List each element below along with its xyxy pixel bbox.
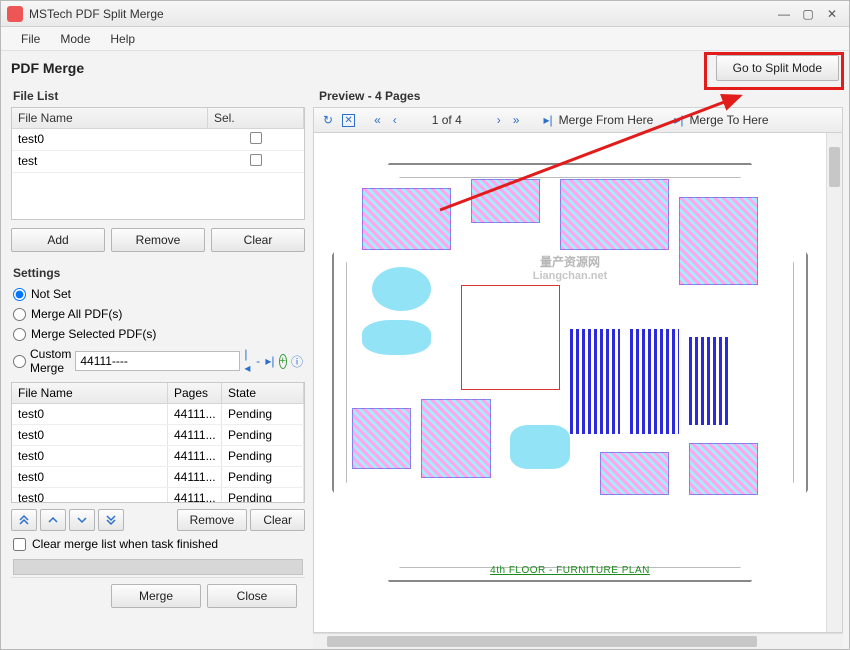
file-list-body: test0 test	[12, 129, 304, 219]
preview-canvas[interactable]: 4th FLOOR - FURNITURE PLAN 量产资源网 Liangch…	[314, 133, 826, 632]
file-sel-cell[interactable]	[208, 151, 304, 172]
maximize-button[interactable]: ▢	[797, 5, 819, 23]
merge-row[interactable]: test044111...Pending	[12, 467, 304, 488]
annotation-highlight-box	[704, 52, 844, 90]
radio-label: Custom Merge	[30, 347, 71, 375]
add-button[interactable]: Add	[11, 228, 105, 252]
col-pages[interactable]: Pages	[168, 383, 222, 403]
col-sel[interactable]: Sel.	[208, 108, 304, 128]
radio-custom-merge[interactable]	[13, 355, 26, 368]
cancel-icon[interactable]: ✕	[342, 114, 355, 127]
merge-row[interactable]: test044111...Pending	[12, 488, 304, 502]
footer-buttons: Merge Close	[11, 577, 305, 614]
body: File List File Name Sel. test0 test	[1, 85, 849, 649]
merge-to-here-button[interactable]: ▸|Merge To Here	[671, 113, 768, 127]
clear-when-done-label: Clear merge list when task finished	[32, 537, 218, 551]
merge-row[interactable]: test044111...Pending	[12, 446, 304, 467]
merge-row[interactable]: test044111...Pending	[12, 404, 304, 425]
settings-section: Settings Not Set Merge All PDF(s) Merge …	[11, 262, 305, 378]
scrollbar-thumb[interactable]	[829, 147, 840, 187]
move-bottom-button[interactable]	[98, 509, 124, 531]
remove-button[interactable]: Remove	[111, 228, 205, 252]
move-down-button[interactable]	[69, 509, 95, 531]
vertical-scrollbar[interactable]	[826, 133, 842, 632]
app-window: MSTech PDF Split Merge — ▢ ✕ File Mode H…	[0, 0, 850, 650]
radio-input[interactable]	[13, 308, 26, 321]
merge-list-controls: Remove Clear	[11, 509, 305, 531]
menu-mode[interactable]: Mode	[50, 29, 100, 49]
app-icon	[7, 6, 23, 22]
radio-label: Merge All PDF(s)	[31, 307, 122, 321]
file-row[interactable]: test	[12, 151, 304, 173]
left-panel: File List File Name Sel. test0 test	[1, 85, 313, 649]
refresh-icon[interactable]: ↻	[320, 113, 336, 127]
merge-from-here-button[interactable]: ▸|Merge From Here	[540, 113, 653, 127]
radio-input[interactable]	[13, 288, 26, 301]
mergelist-remove-button[interactable]: Remove	[177, 509, 248, 531]
checkbox-icon[interactable]	[250, 132, 262, 144]
radio-label: Merge Selected PDF(s)	[31, 327, 156, 341]
last-icon[interactable]: ▸|	[265, 353, 274, 369]
info-icon[interactable]: ⓘ	[291, 353, 303, 369]
marker-from-icon: ▸|	[540, 113, 555, 127]
filelist-buttons: Add Remove Clear	[11, 228, 305, 252]
mergelist-clear-button[interactable]: Clear	[250, 509, 305, 531]
clear-when-done-checkbox[interactable]	[13, 538, 26, 551]
close-window-button[interactable]: ✕	[821, 5, 843, 23]
radio-merge-selected[interactable]: Merge Selected PDF(s)	[11, 324, 305, 344]
prev-page-icon[interactable]: ‹	[390, 113, 400, 127]
custom-merge-input[interactable]	[75, 351, 240, 371]
file-name-cell: test	[12, 151, 208, 172]
scrollbar-thumb[interactable]	[327, 636, 757, 647]
file-name-cell: test0	[12, 129, 208, 150]
menu-file[interactable]: File	[11, 29, 50, 49]
minimize-button[interactable]: —	[773, 5, 795, 23]
file-sel-cell[interactable]	[208, 129, 304, 150]
filelist-title: File List	[11, 85, 305, 107]
marker-to-icon: ▸|	[671, 113, 686, 127]
merge-list: File Name Pages State test044111...Pendi…	[11, 382, 305, 503]
page-indicator: 1 of 4	[406, 113, 488, 127]
clear-button[interactable]: Clear	[211, 228, 305, 252]
file-list-header: File Name Sel.	[12, 108, 304, 129]
first-icon[interactable]: |◂	[244, 353, 251, 369]
horizontal-scrollbar[interactable]	[313, 633, 843, 649]
clear-when-done-row[interactable]: Clear merge list when task finished	[11, 531, 305, 557]
col-file-name[interactable]: File Name	[12, 108, 208, 128]
radio-label: Not Set	[31, 287, 71, 301]
radio-not-set[interactable]: Not Set	[11, 284, 305, 304]
last-page-icon[interactable]: »	[510, 113, 523, 127]
next-page-icon[interactable]: ›	[494, 113, 504, 127]
close-button[interactable]: Close	[207, 584, 297, 608]
first-page-icon[interactable]: «	[371, 113, 384, 127]
settings-title: Settings	[11, 262, 305, 284]
plan-caption: 4th FLOOR - FURNITURE PLAN	[490, 565, 650, 576]
dash-icon[interactable]: -	[255, 353, 262, 369]
col-file-name[interactable]: File Name	[12, 383, 168, 403]
merge-row[interactable]: test044111...Pending	[12, 425, 304, 446]
file-row[interactable]: test0	[12, 129, 304, 151]
window-title: MSTech PDF Split Merge	[29, 7, 771, 21]
move-up-button[interactable]	[40, 509, 66, 531]
titlebar: MSTech PDF Split Merge — ▢ ✕	[1, 1, 849, 27]
merge-button[interactable]: Merge	[111, 584, 201, 608]
progress-bar	[13, 559, 303, 575]
menu-help[interactable]: Help	[100, 29, 145, 49]
radio-custom-merge-row: Custom Merge |◂ - ▸| + ⓘ	[11, 344, 305, 378]
menubar: File Mode Help	[1, 27, 849, 51]
page-title: PDF Merge	[11, 60, 716, 76]
col-state[interactable]: State	[222, 383, 304, 403]
preview-area: 4th FLOOR - FURNITURE PLAN 量产资源网 Liangch…	[313, 133, 843, 633]
radio-merge-all[interactable]: Merge All PDF(s)	[11, 304, 305, 324]
checkbox-icon[interactable]	[250, 154, 262, 166]
radio-input[interactable]	[13, 328, 26, 341]
file-list: File Name Sel. test0 test	[11, 107, 305, 220]
right-panel: Preview - 4 Pages ↻ ✕ « ‹ 1 of 4 › » ▸|M…	[313, 85, 849, 649]
merge-list-body: test044111...Pending test044111...Pendin…	[12, 404, 304, 502]
merge-list-header: File Name Pages State	[12, 383, 304, 404]
preview-toolbar: ↻ ✕ « ‹ 1 of 4 › » ▸|Merge From Here ▸|M…	[313, 107, 843, 133]
move-top-button[interactable]	[11, 509, 37, 531]
plus-icon[interactable]: +	[279, 354, 287, 369]
floorplan-drawing: 4th FLOOR - FURNITURE PLAN	[322, 153, 818, 592]
